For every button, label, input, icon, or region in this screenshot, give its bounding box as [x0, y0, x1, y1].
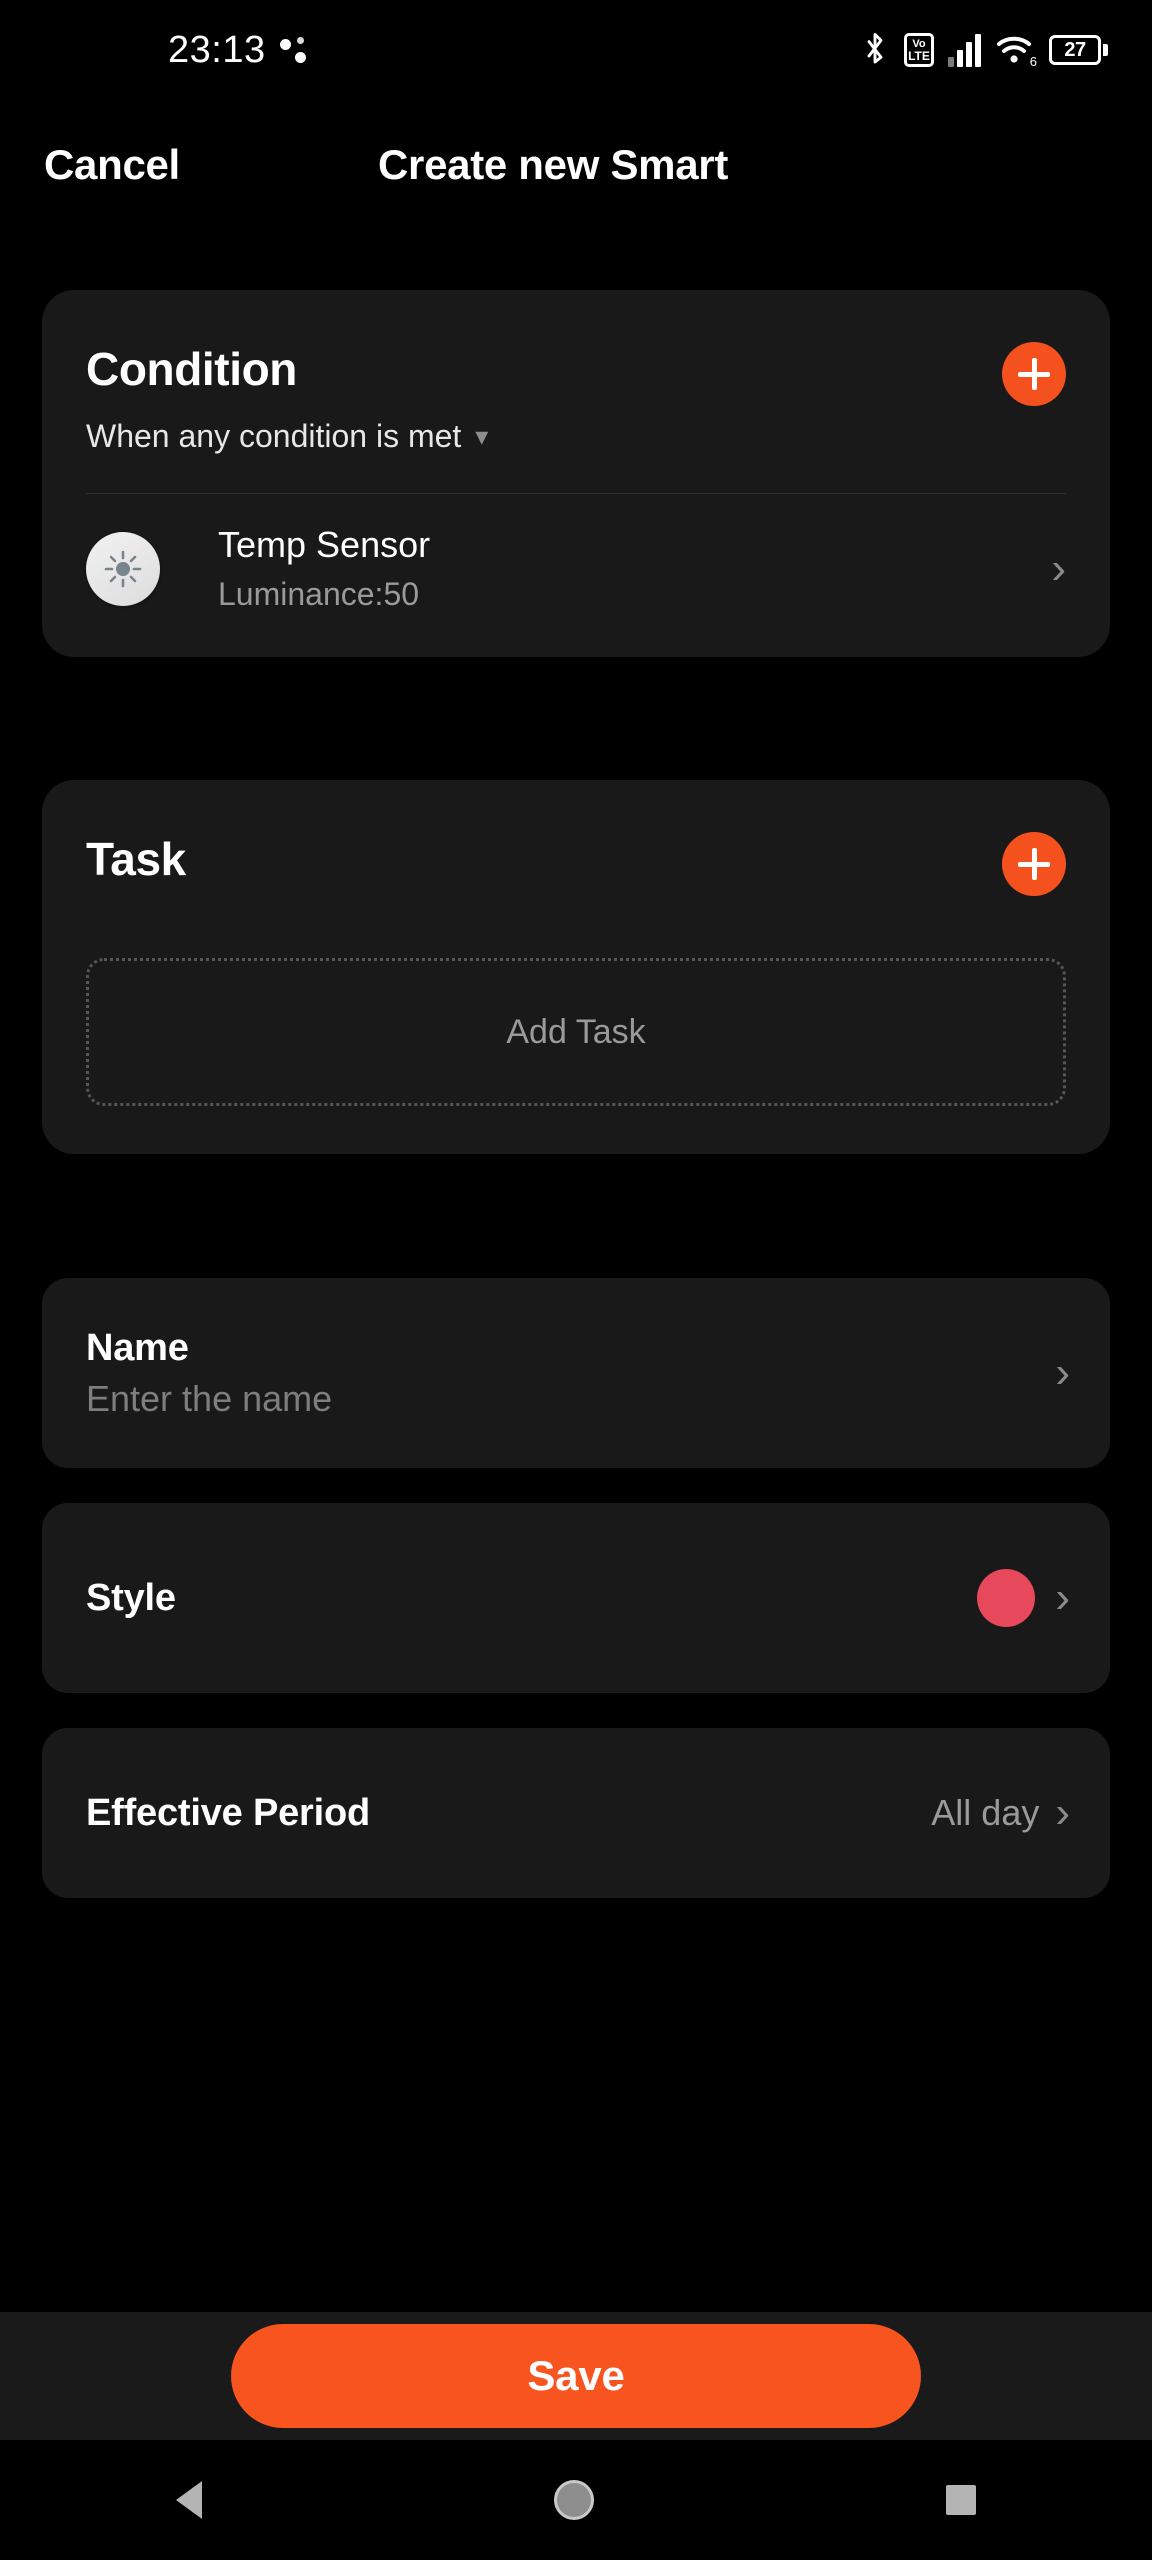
condition-card: Condition When any condition is met ▾ Te…: [42, 290, 1110, 657]
volte-icon: Vo LTE: [904, 33, 934, 67]
condition-title: Condition: [86, 343, 297, 395]
effective-period-row[interactable]: Effective Period All day ›: [42, 1728, 1110, 1898]
condition-device-text: Temp Sensor Luminance:50: [194, 524, 1017, 613]
battery-icon: 27: [1049, 35, 1108, 65]
status-bar-right: Vo LTE 6 27: [860, 32, 1108, 69]
style-row[interactable]: Style ›: [42, 1503, 1110, 1693]
bluetooth-icon: [860, 32, 890, 68]
effective-period-value: All day: [931, 1792, 1040, 1833]
recents-square-icon[interactable]: [946, 2485, 976, 2515]
name-row[interactable]: Name Enter the name ›: [42, 1278, 1110, 1468]
phone-screen: 23:13 Vo LTE 6 27 Cancel Create new Smar…: [0, 0, 1152, 2560]
name-row-text: Name Enter the name: [86, 1327, 1055, 1420]
wifi-6-icon: 6: [995, 33, 1037, 69]
back-triangle-icon[interactable]: [176, 2481, 202, 2519]
task-title: Task: [86, 833, 186, 885]
status-clock: 23:13: [168, 28, 266, 71]
task-card: Task Add Task: [42, 780, 1110, 1154]
condition-mode-label: When any condition is met: [86, 418, 462, 454]
battery-level-label: 27: [1064, 38, 1086, 61]
android-nav-bar: [0, 2440, 1152, 2560]
task-card-header: Task: [42, 780, 1110, 896]
condition-device-row[interactable]: Temp Sensor Luminance:50 ›: [42, 494, 1110, 657]
chevron-down-icon: ▾: [475, 420, 489, 451]
style-row-label: Style: [86, 1576, 176, 1619]
cancel-button[interactable]: Cancel: [44, 141, 180, 189]
chevron-right-icon: ›: [1051, 543, 1066, 593]
chevron-right-icon: ›: [1055, 1573, 1070, 1622]
add-task-button[interactable]: [1002, 832, 1066, 896]
save-button[interactable]: Save: [231, 2324, 921, 2428]
add-condition-button[interactable]: [1002, 342, 1066, 406]
condition-card-header: Condition: [42, 290, 1110, 406]
condition-device-state: Luminance:50: [218, 576, 420, 612]
title-bar: Cancel Create new Smart: [0, 120, 1152, 210]
chevron-right-icon: ›: [1055, 1348, 1070, 1397]
style-row-text: Style: [86, 1577, 977, 1620]
condition-device-name: Temp Sensor: [218, 524, 431, 565]
save-bar: Save: [0, 2312, 1152, 2440]
brightness-sensor-icon: [86, 531, 160, 606]
name-input[interactable]: Enter the name: [86, 1378, 1055, 1420]
status-bar: 23:13 Vo LTE 6 27: [0, 0, 1152, 100]
style-color-swatch[interactable]: [977, 1569, 1036, 1627]
effective-period-label: Effective Period: [86, 1791, 371, 1834]
page-title: Create new Smart: [378, 141, 729, 188]
home-circle-icon[interactable]: [554, 2480, 594, 2520]
dots-indicator-icon: [279, 33, 306, 67]
effective-period-text: Effective Period: [86, 1792, 931, 1835]
name-row-label: Name: [86, 1326, 189, 1369]
chevron-right-icon: ›: [1055, 1788, 1070, 1837]
add-task-placeholder[interactable]: Add Task: [86, 958, 1066, 1106]
add-task-label: Add Task: [506, 1012, 646, 1051]
wifi-generation-label: 6: [1029, 54, 1037, 69]
status-bar-left: 23:13: [0, 29, 306, 72]
cellular-signal-icon: [948, 33, 981, 67]
condition-mode-selector[interactable]: When any condition is met ▾: [42, 406, 1110, 455]
